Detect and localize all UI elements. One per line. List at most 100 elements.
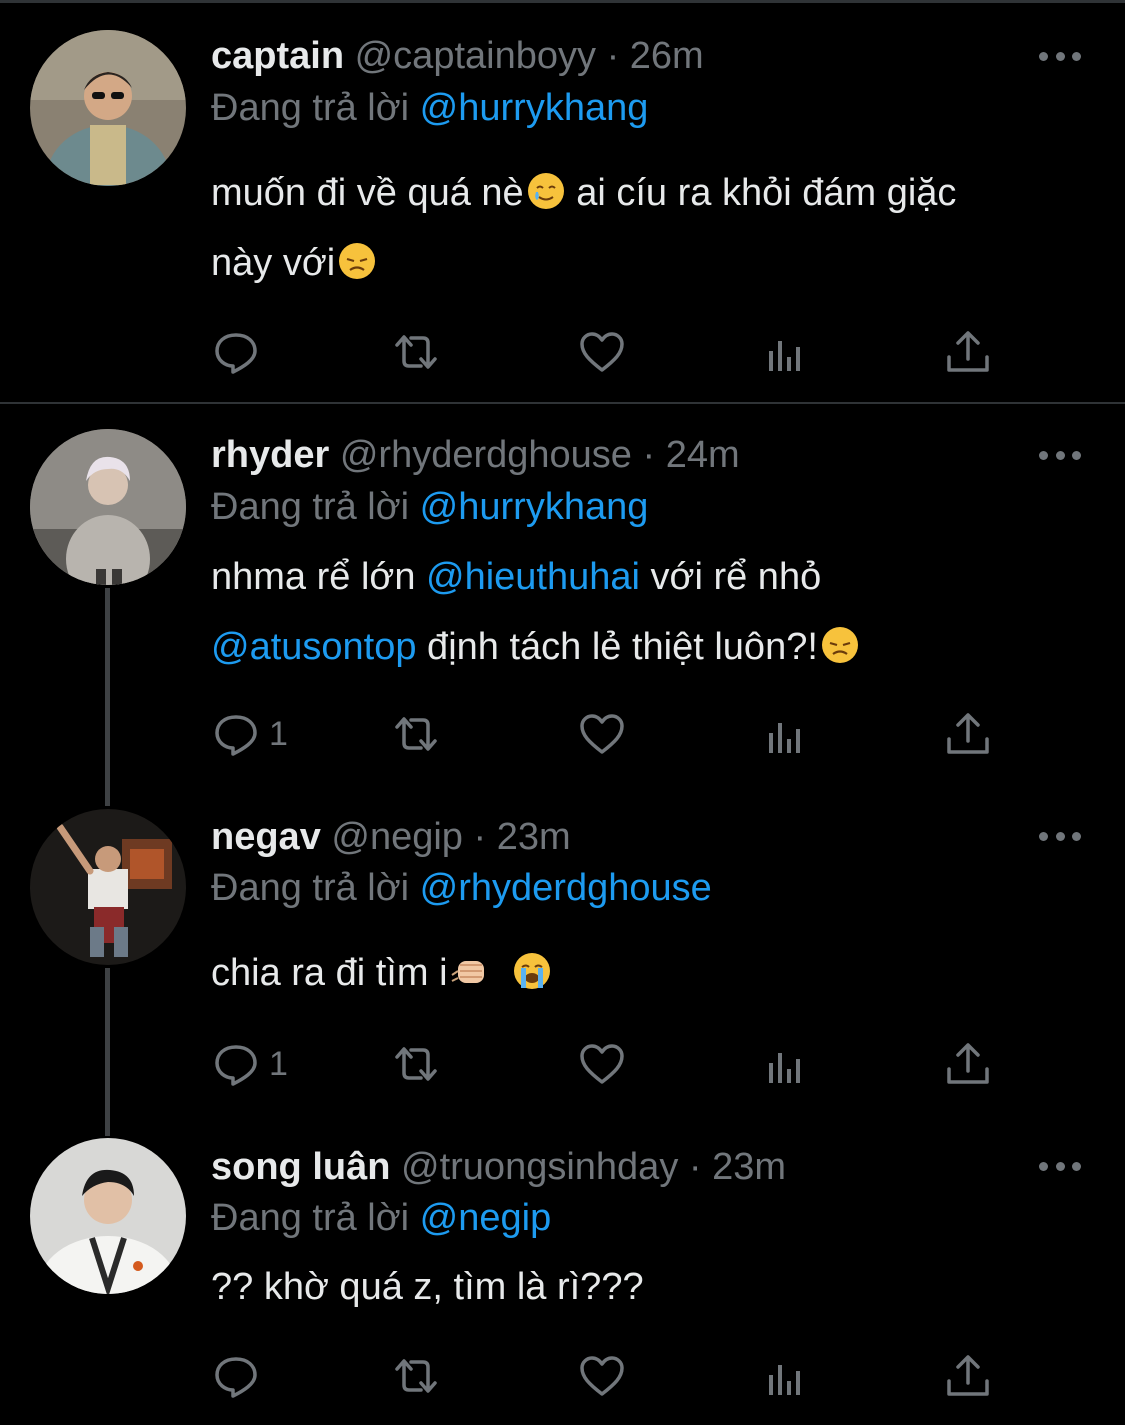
analytics-icon — [769, 723, 800, 753]
action-bar — [211, 1346, 1011, 1406]
tweet-text: chia ra đi tìm i — [211, 938, 1101, 1008]
share-button[interactable] — [943, 1034, 993, 1094]
loudly-crying-emoji-icon — [514, 953, 551, 989]
reply-icon — [215, 1357, 257, 1398]
timestamp[interactable]: 23m — [497, 816, 571, 858]
analytics-button[interactable] — [761, 704, 811, 764]
avatar[interactable] — [30, 429, 186, 585]
dot-separator: · — [606, 35, 630, 77]
analytics-button[interactable] — [761, 1346, 811, 1406]
text-segment: định tách lẻ thiệt luôn?! — [416, 626, 818, 668]
more-icon[interactable] — [1035, 816, 1085, 856]
analytics-button[interactable] — [761, 1034, 811, 1094]
action-bar — [211, 322, 1011, 382]
reply-icon — [215, 715, 257, 756]
replying-to: Đang trả lời @rhyderdghouse — [211, 863, 712, 913]
like-icon — [580, 1044, 624, 1084]
analytics-icon — [769, 341, 800, 371]
replying-mention[interactable]: @hurrykhang — [420, 486, 649, 528]
tweet-text: nhma rể lớn @hieuthuhai với rể nhỏ @atus… — [211, 542, 1101, 682]
reply-count: 1 — [269, 1044, 288, 1083]
replying-to: Đang trả lời @hurrykhang — [211, 482, 648, 532]
dot-separator: · — [642, 434, 666, 476]
retweet-button[interactable] — [391, 1346, 441, 1406]
like-button[interactable] — [577, 704, 627, 764]
like-icon — [580, 332, 624, 372]
author-handle[interactable]: @negip — [331, 816, 463, 858]
author-name[interactable]: captain — [211, 35, 344, 77]
share-button[interactable] — [943, 704, 993, 764]
tweet-text: ?? khờ quá z, tìm là rì??? — [211, 1252, 1101, 1322]
retweet-icon — [395, 1047, 437, 1081]
timestamp[interactable]: 24m — [666, 434, 740, 476]
tweet-rhyder[interactable]: rhyder @rhyderdghouse · 24m Đang trả lời… — [0, 404, 1125, 804]
more-icon[interactable] — [1035, 1146, 1085, 1186]
share-icon — [947, 1043, 989, 1084]
reply-button[interactable] — [211, 322, 269, 382]
smiling-tear-emoji-icon — [527, 173, 564, 209]
retweet-icon — [395, 717, 437, 751]
disappointed-face-emoji-icon — [339, 243, 376, 279]
replying-label: Đang trả lời — [211, 867, 410, 909]
reply-button[interactable]: 1 — [211, 704, 288, 764]
action-bar: 1 — [211, 704, 1011, 764]
retweet-button[interactable] — [391, 322, 441, 382]
author-name[interactable]: negav — [211, 816, 321, 858]
like-button[interactable] — [577, 1034, 627, 1094]
author-name[interactable]: song luân — [211, 1146, 390, 1188]
replying-mention[interactable]: @hurrykhang — [420, 87, 649, 129]
text-segment: này với — [211, 242, 336, 284]
text-segment: ai cíu ra khỏi đám giặc — [565, 172, 957, 214]
author-handle[interactable]: @rhyderdghouse — [340, 434, 632, 476]
dot-separator: · — [473, 816, 497, 858]
replying-label: Đang trả lời — [211, 87, 410, 129]
tweet-captain[interactable]: captain @captainboyy · 26m Đang trả lời … — [0, 0, 1125, 402]
replying-mention[interactable]: @rhyderdghouse — [420, 867, 712, 909]
reply-button[interactable] — [211, 1346, 269, 1406]
analytics-icon — [769, 1053, 800, 1083]
avatar[interactable] — [30, 809, 186, 965]
more-icon[interactable] — [1035, 435, 1085, 475]
disappointed-face-emoji-icon — [821, 627, 858, 663]
tweet-text: muốn đi về quá nè ai cíu ra khỏi đám giặ… — [211, 158, 1101, 298]
author-handle[interactable]: @truongsinhday — [401, 1146, 678, 1188]
share-icon — [947, 713, 989, 754]
replying-mention[interactable]: @negip — [420, 1197, 552, 1239]
timestamp[interactable]: 26m — [630, 35, 704, 77]
analytics-icon — [769, 1365, 800, 1395]
reply-button[interactable]: 1 — [211, 1034, 288, 1094]
avatar[interactable] — [30, 30, 186, 186]
reply-icon — [215, 333, 257, 374]
replying-to: Đang trả lời @hurrykhang — [211, 83, 648, 133]
share-button[interactable] — [943, 322, 993, 382]
analytics-button[interactable] — [761, 322, 811, 382]
retweet-button[interactable] — [391, 704, 441, 764]
text-segment: với rể nhỏ — [639, 556, 822, 598]
share-icon — [947, 1355, 989, 1396]
dot-separator: · — [688, 1146, 713, 1188]
like-icon — [580, 714, 624, 754]
retweet-button[interactable] — [391, 1034, 441, 1094]
mention-link[interactable]: @hieuthuhai — [426, 556, 640, 598]
reply-icon — [215, 1045, 257, 1086]
reply-count: 1 — [269, 714, 288, 753]
text-segment: muốn đi về quá nè — [211, 172, 524, 214]
like-button[interactable] — [577, 1346, 627, 1406]
share-button[interactable] — [943, 1346, 993, 1406]
retweet-icon — [395, 1359, 437, 1393]
author-handle[interactable]: @captainboyy — [355, 35, 596, 77]
mention-link[interactable]: @atusontop — [211, 626, 417, 668]
tweet-negav[interactable]: negav @negip · 23m Đang trả lời @rhyderd… — [0, 806, 1125, 1136]
retweet-icon — [395, 335, 437, 369]
author-name[interactable]: rhyder — [211, 434, 329, 476]
more-icon[interactable] — [1035, 36, 1085, 76]
timestamp[interactable]: 23m — [712, 1146, 786, 1188]
avatar[interactable] — [30, 1138, 186, 1294]
text-segment: chia ra đi tìm i — [211, 952, 448, 994]
replying-label: Đang trả lời — [211, 1197, 410, 1239]
like-button[interactable] — [577, 322, 627, 382]
text-segment: nhma rể lớn — [211, 556, 427, 598]
tweet-song-luan[interactable]: song luân @truongsinhday · 23m Đang trả … — [0, 1138, 1125, 1425]
like-icon — [580, 1356, 624, 1396]
share-icon — [947, 331, 989, 372]
